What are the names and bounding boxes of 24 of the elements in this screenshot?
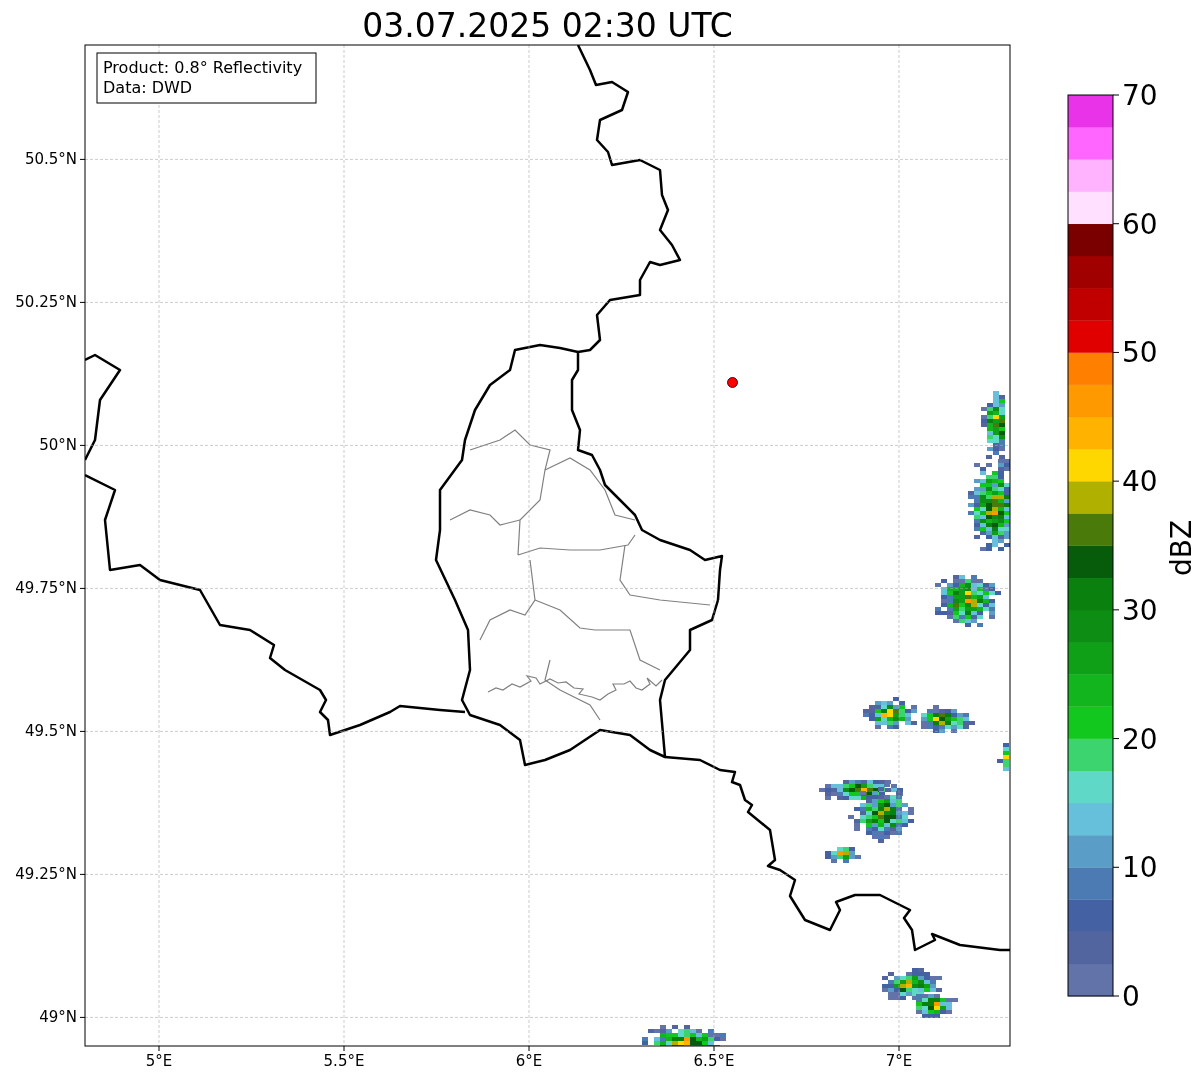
chart-title: 03.07.2025 02:30 UTC [362,6,733,45]
tick-label: 6.5°E [693,1052,735,1070]
annotation-text: Data: DWD [103,78,193,97]
colorbar-tick-label: 70 [1122,79,1158,112]
colorbar-tick-label: 40 [1122,465,1158,499]
colorbar-tick-label: 0 [1122,980,1140,1013]
colorbar-label: dBZ [1165,519,1198,577]
tick-label: 50.25°N [15,293,77,312]
colorbar-tick-label: 50 [1122,336,1158,370]
tick-label: 50°N [39,436,77,455]
annotation-text: Product: 0.8° Reflectivity [103,58,303,77]
colorbar-tick-label: 60 [1122,207,1158,241]
tick-label: 7°E [885,1052,913,1070]
tick-label: 5°E [145,1052,173,1070]
tick-label: 49°N [39,1008,77,1027]
tick-label: 5.5°E [323,1052,365,1070]
tick-label: 49.25°N [15,865,77,884]
colorbar-tick-label: 10 [1122,851,1158,885]
colorbar-tick-label: 30 [1122,593,1158,627]
colorbar-tick-label: 20 [1122,722,1158,756]
tick-label: 49.75°N [15,579,77,598]
tick-label: 50.5°N [24,150,77,169]
tick-label: 49.5°N [24,722,77,741]
tick-label: 6°E [515,1052,543,1070]
